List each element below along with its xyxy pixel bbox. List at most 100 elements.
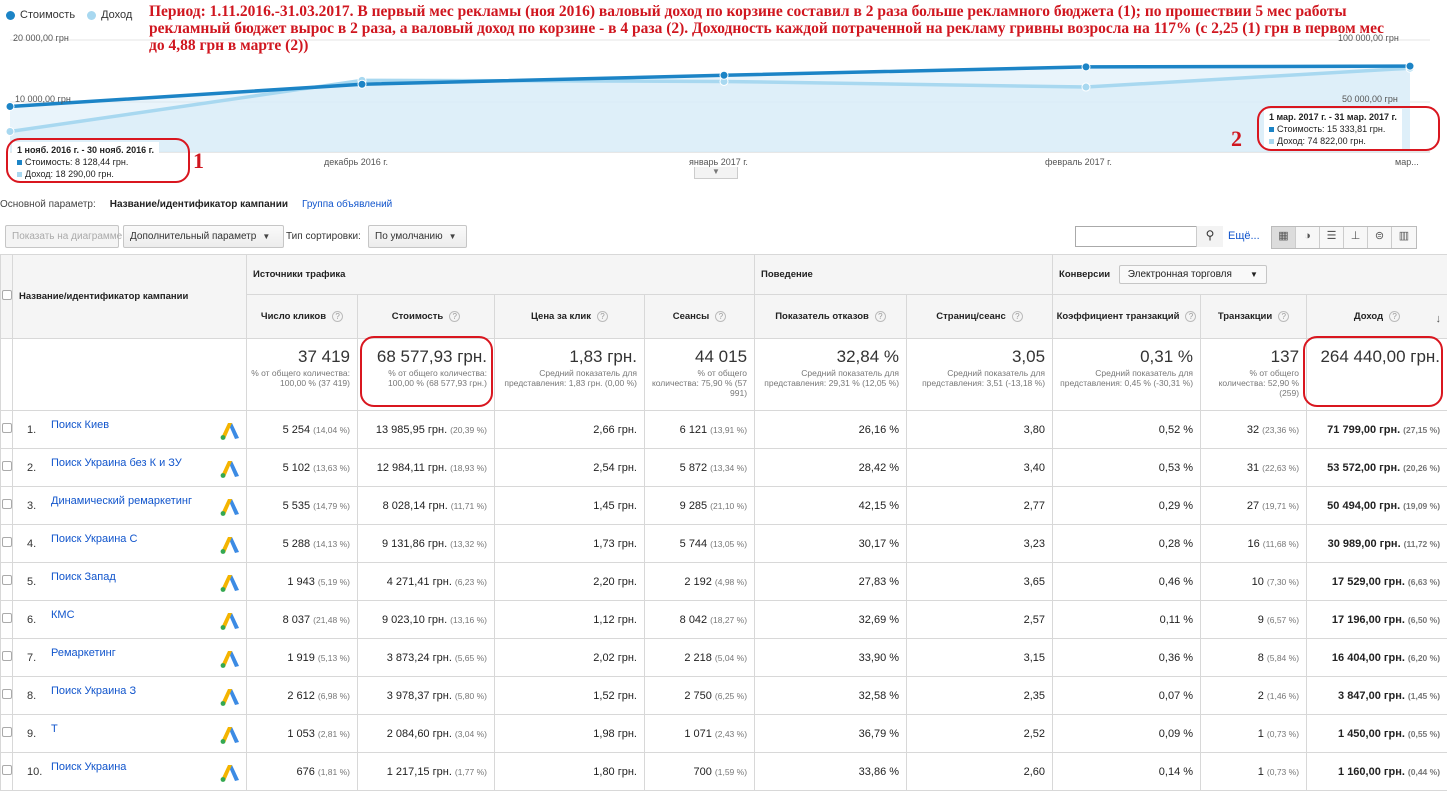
dimension-campaign[interactable]: Название/идентификатор кампании xyxy=(110,199,288,210)
table-row[interactable]: 9. Т 1 053 (2,81 %) 2 084,60 грн. (3,04 %) 1,9… xyxy=(0,714,1447,753)
col-cpc[interactable]: Цена за клик? xyxy=(494,294,645,339)
advanced-filter-link[interactable]: Ещё... xyxy=(1228,230,1260,242)
table-view-icon[interactable]: ▦ xyxy=(1272,227,1296,248)
adwords-icon[interactable] xyxy=(220,763,240,783)
cell-value: 0,52 % xyxy=(1158,423,1194,436)
col-bounce-rate[interactable]: Показатель отказов? xyxy=(754,294,908,339)
help-icon[interactable]: ? xyxy=(332,310,344,322)
cell-value: 8 028,14 грн. xyxy=(382,499,448,512)
term-cloud-icon[interactable]: ⊜ xyxy=(1368,227,1392,248)
table-row[interactable]: 10. Поиск Украина 676 (1,81 %) 1 217,15 грн.… xyxy=(0,752,1447,791)
cell-cpc: 1,45 грн. xyxy=(494,486,645,525)
pivot-view-icon[interactable]: ▥ xyxy=(1392,227,1416,248)
cell-pages: 3,40 xyxy=(906,448,1054,487)
adwords-icon[interactable] xyxy=(220,725,240,745)
adwords-icon[interactable] xyxy=(220,535,240,555)
cell-trans: 10 (7,30 %) xyxy=(1200,562,1308,601)
help-icon[interactable]: ? xyxy=(1389,310,1401,322)
performance-view-icon[interactable]: ☰ xyxy=(1320,227,1344,248)
cell-value: 8 xyxy=(1257,651,1264,664)
col-cost[interactable]: Стоимость? xyxy=(357,294,495,339)
checkbox[interactable] xyxy=(1,651,12,661)
table-row[interactable]: 4. Поиск Украина С5 288 (14,13 %) 9 131,86 … xyxy=(0,524,1447,563)
checkbox[interactable] xyxy=(1,765,12,775)
col-campaign-name[interactable]: Название/идентификатор кампании xyxy=(12,254,247,339)
campaign-link[interactable]: Поиск Запад xyxy=(51,571,116,583)
col-clicks[interactable]: Число кликов? xyxy=(246,294,358,339)
campaign-link[interactable]: Поиск Украина xyxy=(51,761,126,773)
checkbox[interactable] xyxy=(1,689,12,699)
table-row[interactable]: 2. Поиск Украина без К и ЗУ 5 102 (13,63 %)… xyxy=(0,448,1447,487)
checkbox[interactable] xyxy=(1,499,12,509)
adwords-icon[interactable] xyxy=(220,649,240,669)
campaign-link[interactable]: Поиск Киев xyxy=(51,419,109,431)
select-all-cell[interactable] xyxy=(0,254,13,339)
campaign-link[interactable]: Ремаркетинг xyxy=(51,647,116,659)
adwords-icon[interactable] xyxy=(220,611,240,631)
totals-value: 44 015 xyxy=(695,347,748,366)
col-transactions[interactable]: Транзакции? xyxy=(1200,294,1308,339)
campaign-link[interactable]: Поиск Украина без К и ЗУ xyxy=(51,457,182,469)
caret-down-icon: ▼ xyxy=(448,232,457,241)
help-icon[interactable]: ? xyxy=(1278,310,1290,322)
adwords-icon[interactable] xyxy=(220,459,240,479)
checkbox[interactable] xyxy=(1,537,12,547)
checkbox[interactable] xyxy=(1,423,12,433)
campaign-link[interactable]: Динамический ремаркетинг xyxy=(51,495,192,507)
campaign-link[interactable]: Поиск Украина З xyxy=(51,685,136,697)
adwords-icon[interactable] xyxy=(220,573,240,593)
totals-cell: 32,84 % Средний показатель для представле… xyxy=(754,338,908,411)
cell-percent: (13,05 %) xyxy=(710,538,748,549)
campaign-link[interactable]: КМС xyxy=(51,609,75,621)
sort-type-dropdown[interactable]: По умолчанию ▼ xyxy=(368,225,467,248)
cell-conv: 0,14 % xyxy=(1052,752,1202,791)
cell-percent: (0,73 %) xyxy=(1266,728,1300,739)
table-row[interactable]: 1. Поиск Киев 5 254 (14,04 %) 13 985,95 грн.… xyxy=(0,410,1447,449)
help-icon[interactable]: ? xyxy=(449,310,461,322)
adwords-icon[interactable] xyxy=(220,497,240,517)
help-icon[interactable]: ? xyxy=(715,310,727,322)
table-row[interactable]: 8. Поиск Украина З2 612 (6,98 %) 3 978,37 г… xyxy=(0,676,1447,715)
campaign-link[interactable]: Поиск Украина С xyxy=(51,533,137,545)
checkbox[interactable] xyxy=(1,727,12,737)
checkbox[interactable] xyxy=(1,290,12,300)
help-icon[interactable]: ? xyxy=(1011,310,1023,322)
col-revenue[interactable]: Доход? ↓ xyxy=(1306,294,1447,339)
help-icon[interactable]: ? xyxy=(597,310,609,322)
chart-collapse-handle[interactable]: ▼ xyxy=(694,167,738,179)
search-button[interactable]: ⚲ xyxy=(1196,226,1223,247)
checkbox[interactable] xyxy=(1,575,12,585)
cell-rev: 3 847,00 грн. (1,45 %) xyxy=(1306,676,1447,715)
table-row[interactable]: 6. КМС 8 037 (21,48 %) 9 023,10 грн. (13,16 %… xyxy=(0,600,1447,639)
cell-conv: 0,52 % xyxy=(1052,410,1202,449)
col-pages-per-session[interactable]: Страниц/сеанс? xyxy=(906,294,1054,339)
cell-value: 3,80 xyxy=(1023,423,1046,436)
adwords-icon[interactable] xyxy=(220,687,240,707)
checkbox[interactable] xyxy=(1,461,12,471)
help-icon[interactable]: ? xyxy=(1185,310,1197,322)
dimension-adgroup-link[interactable]: Группа объявлений xyxy=(302,199,392,210)
cell-sessions: 1 071 (2,43 %) xyxy=(643,714,756,753)
legend-item-cost[interactable]: Стоимость xyxy=(6,9,75,21)
sort-desc-icon: ↓ xyxy=(1435,313,1442,325)
adwords-icon[interactable] xyxy=(220,421,240,441)
help-icon[interactable]: ? xyxy=(874,310,886,322)
checkbox[interactable] xyxy=(1,613,12,623)
pie-view-icon[interactable]: ◑ xyxy=(1296,227,1320,248)
col-sessions[interactable]: Сеансы? xyxy=(643,294,756,339)
cell-bounce: 26,16 % xyxy=(754,410,908,449)
conversion-type-dropdown[interactable]: Электронная торговля ▼ xyxy=(1118,265,1267,284)
table-row[interactable]: 7. Ремаркетинг 1 919 (5,13 %) 3 873,24 грн.(… xyxy=(0,638,1447,677)
campaign-link[interactable]: Т xyxy=(51,723,58,735)
plot-rows-button[interactable]: Показать на диаграмме xyxy=(5,225,122,248)
cell-value: 16 404,00 грн. xyxy=(1331,651,1405,664)
secondary-dimension-dropdown[interactable]: Дополнительный параметр ▼ xyxy=(123,225,284,248)
timeline-chart: Стоимость Доход 20 000,00 грн 10 000,00 … xyxy=(0,0,1447,183)
col-conversion-rate[interactable]: Коэффициент транзакций? xyxy=(1052,294,1202,339)
legend-item-revenue[interactable]: Доход xyxy=(87,9,132,21)
comparison-view-icon[interactable]: ⊥ xyxy=(1344,227,1368,248)
cell-conv: 0,11 % xyxy=(1052,600,1202,639)
table-row[interactable]: 5. Поиск Запад 1 943 (5,19 %) 4 271,41 грн.(… xyxy=(0,562,1447,601)
totals-cell: 44 015 % от общего количества: 75,90 % (5… xyxy=(643,338,756,411)
table-row[interactable]: 3. Динамический ремаркетинг 5 535 (14,79 %)… xyxy=(0,486,1447,525)
